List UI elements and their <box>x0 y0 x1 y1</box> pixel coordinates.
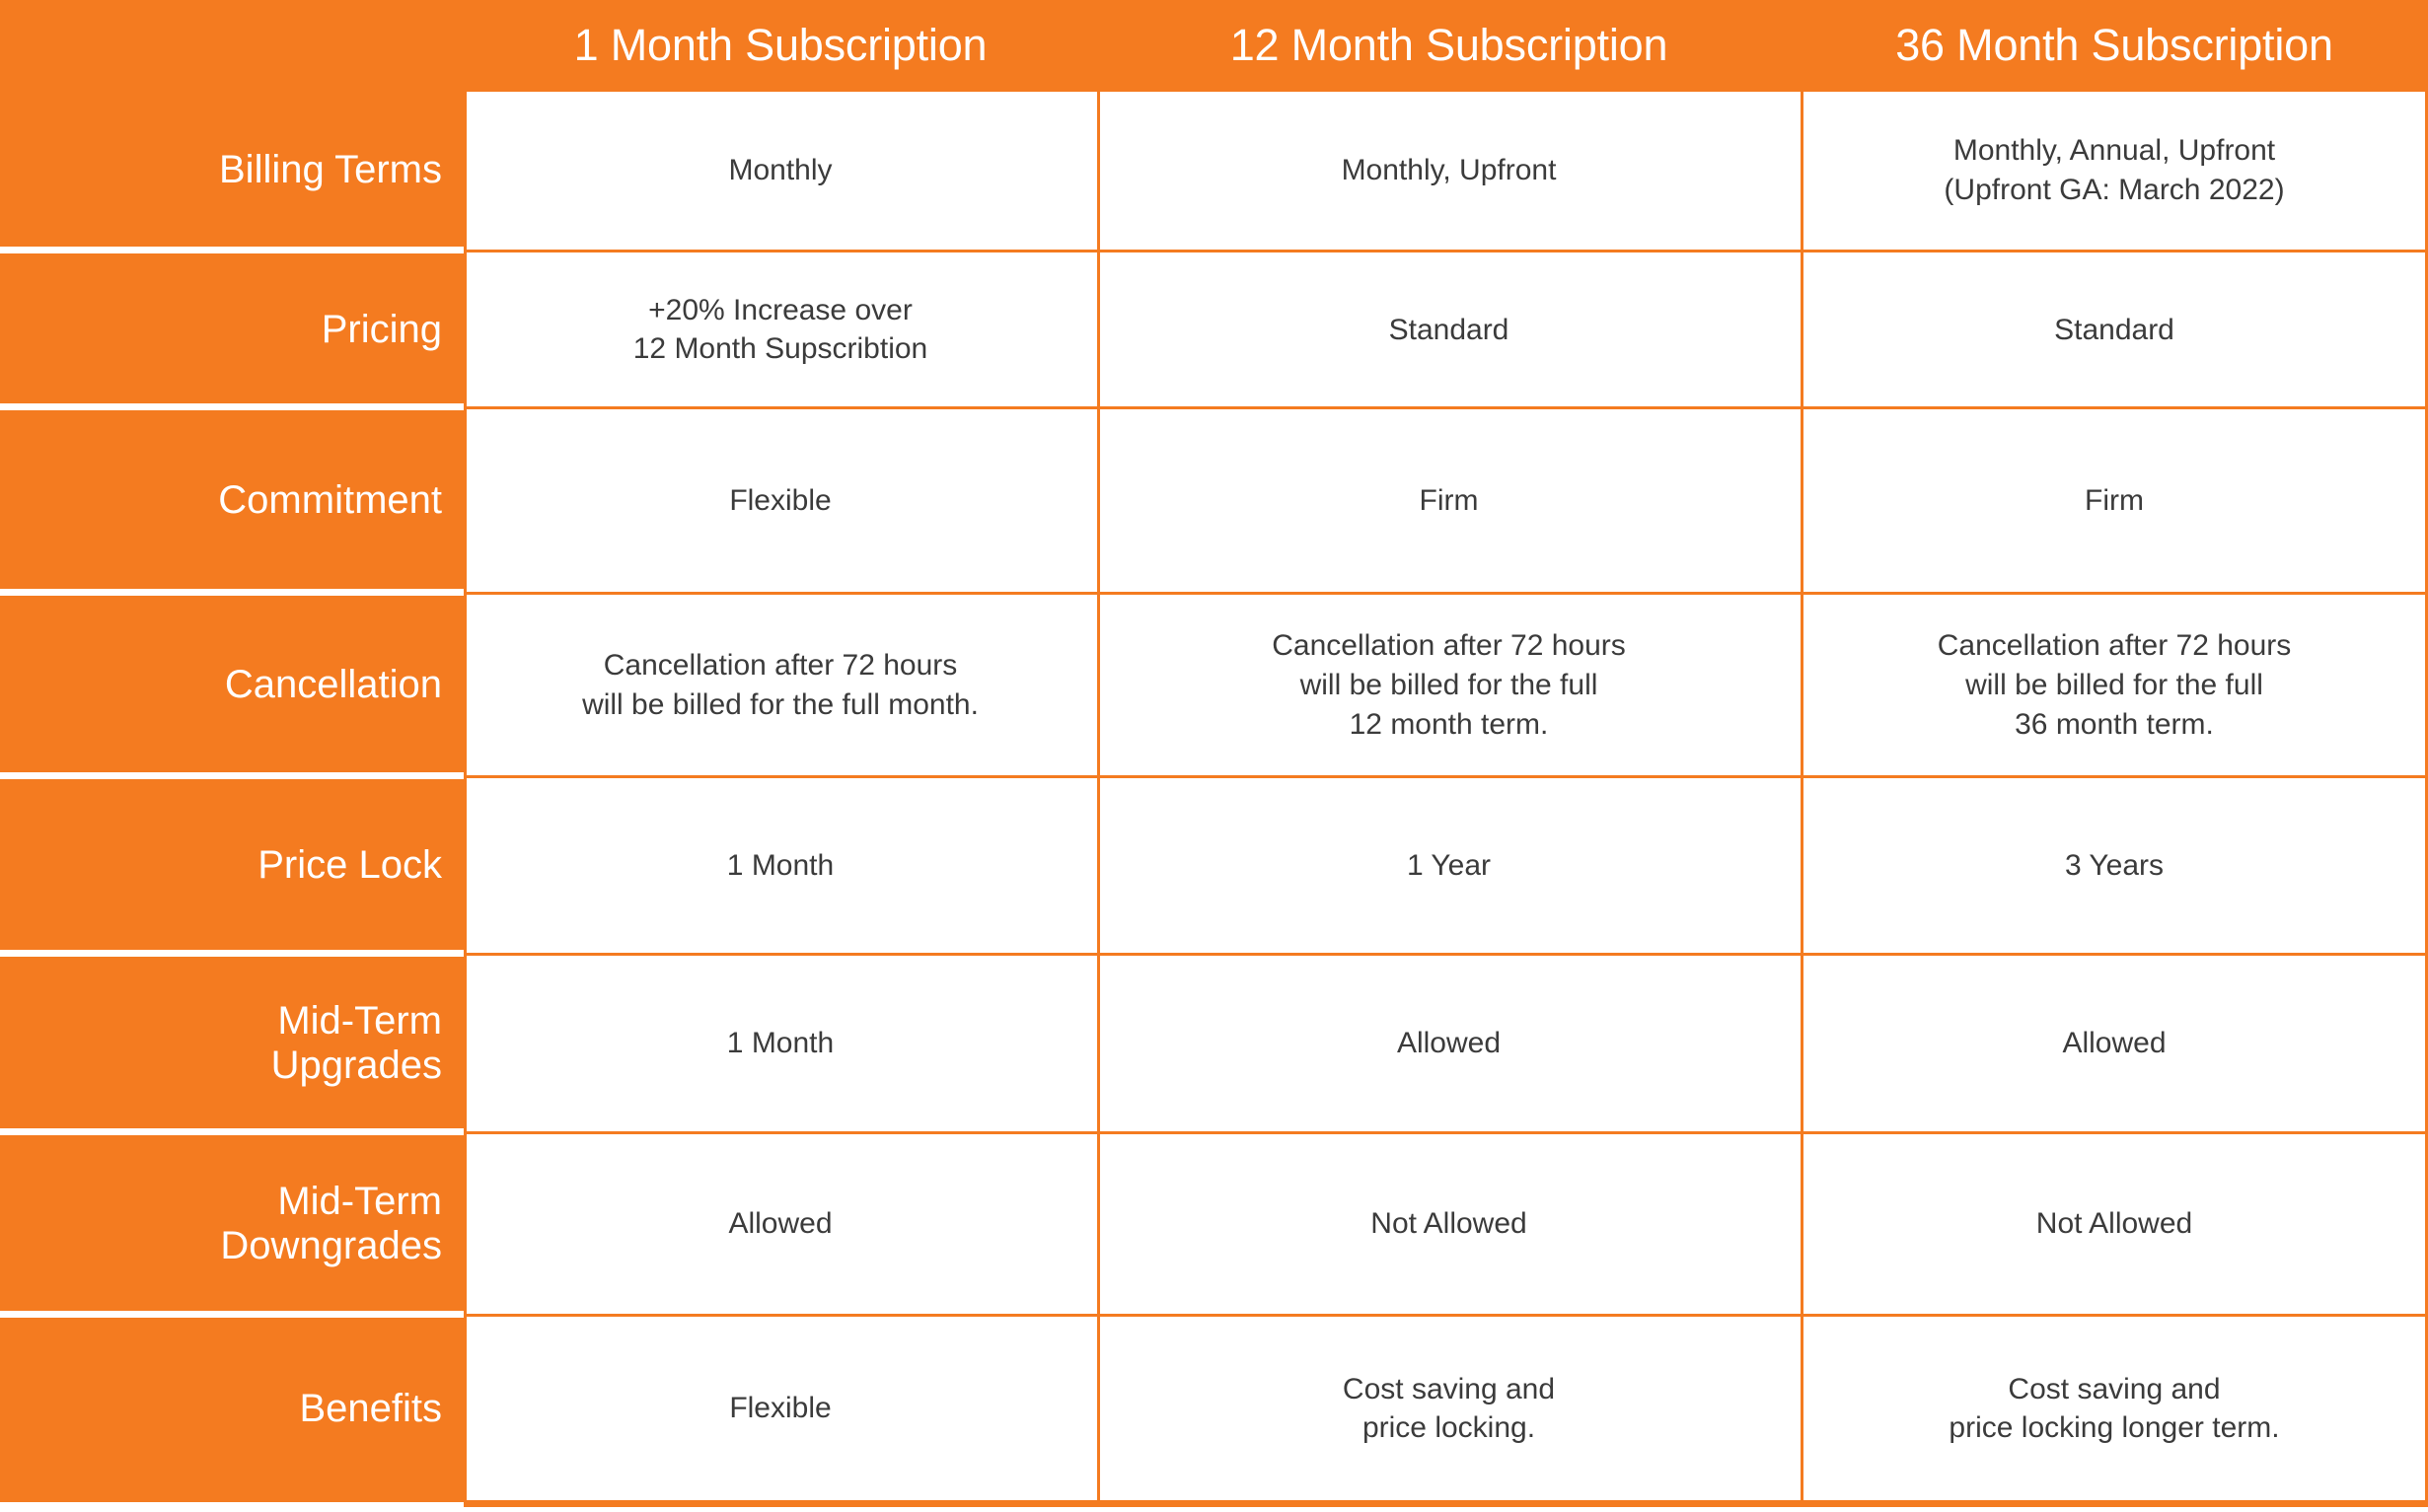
cell-r2-c1: +20% Increase over 12 Month Supscribtion <box>464 252 1097 408</box>
cell-text: Cancellation after 72 hours will be bille… <box>1272 629 1626 741</box>
cell-text: Flexible <box>729 483 832 517</box>
cell-r3-c3: Firm <box>1801 408 2428 594</box>
row-label-text: Billing Terms <box>219 148 442 192</box>
cell-text: Cost saving and price locking. <box>1342 1372 1556 1445</box>
cell-r7-c1: Allowed <box>464 1133 1097 1316</box>
row-label-text: Price Lock <box>258 843 442 888</box>
cell-r8-c1: Flexible <box>464 1316 1097 1502</box>
row-label-mid-term-downgrades: Mid-Term Downgrades <box>0 1132 464 1316</box>
cell-text: Standard <box>2054 313 2174 346</box>
cell-r6-c1: 1 Month <box>464 955 1097 1133</box>
row-label-text: Cancellation <box>224 663 442 707</box>
cell-text: 1 Year <box>1406 848 1492 882</box>
cell-r1-c3: Monthly, Annual, Upfront (Upfront GA: Mar… <box>1801 89 2428 252</box>
cell-r7-c2: Not Allowed <box>1097 1133 1801 1316</box>
data-area-bottom-border <box>464 1502 2428 1507</box>
column-divider-2 <box>1097 89 1100 1507</box>
row-label-separator <box>0 771 464 779</box>
row-label-text: Pricing <box>321 308 442 352</box>
row-label-text: Mid-Term Downgrades <box>220 1180 442 1268</box>
cell-r6-c2: Allowed <box>1097 955 1801 1133</box>
column-divider-1 <box>464 89 467 1507</box>
cell-text: Allowed <box>728 1207 833 1241</box>
cell-r8-c2: Cost saving and price locking. <box>1097 1316 1801 1502</box>
cell-r2-c2: Standard <box>1097 252 1801 408</box>
row-label-text: Mid-Term Upgrades <box>270 999 442 1088</box>
cell-text: Standard <box>1388 313 1509 346</box>
row-label-cancellation: Cancellation <box>0 593 464 777</box>
column-header-36-month: 36 Month Subscription <box>1801 0 2428 91</box>
cell-text: +20% Increase over 12 Month Supscribtion <box>632 293 928 366</box>
data-area-top-border <box>464 89 2428 92</box>
cell-r1-c1: Monthly <box>464 89 1097 252</box>
cell-text: Cost saving and price locking longer term… <box>1949 1372 2280 1445</box>
cell-r5-c3: 3 Years <box>1801 777 2428 955</box>
row-label-text: Benefits <box>299 1386 442 1430</box>
row-label-separator <box>0 402 464 410</box>
cell-r5-c2: 1 Year <box>1097 777 1801 955</box>
cell-r1-c2: Monthly, Upfront <box>1097 89 1801 252</box>
column-header-1-month: 1 Month Subscription <box>464 0 1097 91</box>
cell-text: Monthly, Upfront <box>1341 153 1557 186</box>
row-label-separator <box>0 1310 464 1318</box>
cell-text: Not Allowed <box>1370 1207 1527 1241</box>
table-data-area: Monthly Monthly, Upfront Monthly, Annual, … <box>464 89 2428 1507</box>
cell-text: Allowed <box>2062 1027 2167 1060</box>
row-label-benefits: Benefits <box>0 1315 464 1502</box>
cell-text: Cancellation after 72 hours will be bille… <box>1937 629 2292 741</box>
cell-r3-c2: Firm <box>1097 408 1801 594</box>
row-label-separator <box>0 247 464 254</box>
cell-r5-c1: 1 Month <box>464 777 1097 955</box>
cell-r4-c2: Cancellation after 72 hours will be bille… <box>1097 594 1801 777</box>
cell-text: Monthly, Annual, Upfront (Upfront GA: Mar… <box>1944 133 2285 206</box>
cell-r8-c3: Cost saving and price locking longer term… <box>1801 1316 2428 1502</box>
cell-text: Not Allowed <box>2035 1207 2193 1241</box>
column-header-label: 1 Month Subscription <box>573 20 988 70</box>
cell-r7-c3: Not Allowed <box>1801 1133 2428 1316</box>
cell-text: 3 Years <box>2064 848 2165 882</box>
cell-text: Cancellation after 72 hours will be bille… <box>582 649 979 721</box>
row-label-separator <box>0 588 464 596</box>
cell-r3-c1: Flexible <box>464 408 1097 594</box>
row-label-billing-terms: Billing Terms <box>0 89 464 252</box>
cell-text: 1 Month <box>726 1027 835 1060</box>
cell-text: Monthly <box>728 153 833 186</box>
cell-text: Firm <box>1419 483 1479 517</box>
column-header-label: 36 Month Subscription <box>1895 20 2333 70</box>
cell-text: 1 Month <box>726 848 835 882</box>
column-divider-3 <box>1801 89 1803 1507</box>
cell-text: Firm <box>2085 483 2144 517</box>
column-header-12-month: 12 Month Subscription <box>1097 0 1801 91</box>
row-label-separator <box>0 949 464 957</box>
cell-text: Flexible <box>729 1392 832 1425</box>
cell-r4-c1: Cancellation after 72 hours will be bille… <box>464 594 1097 777</box>
cell-r2-c3: Standard <box>1801 252 2428 408</box>
row-label-column: Billing Terms Pricing Commitment Cancellati… <box>0 0 464 1512</box>
row-label-price-lock: Price Lock <box>0 776 464 955</box>
cell-text: Allowed <box>1396 1027 1502 1060</box>
row-label-separator <box>0 1127 464 1135</box>
column-header-label: 12 Month Subscription <box>1229 20 1668 70</box>
subscription-comparison-table: 1 Month Subscription 12 Month Subscripti… <box>0 0 2428 1512</box>
row-label-pricing: Pricing <box>0 252 464 408</box>
row-label-commitment: Commitment <box>0 407 464 594</box>
cell-r4-c3: Cancellation after 72 hours will be bille… <box>1801 594 2428 777</box>
row-label-text: Commitment <box>218 478 442 523</box>
cell-r6-c3: Allowed <box>1801 955 2428 1133</box>
row-label-mid-term-upgrades: Mid-Term Upgrades <box>0 954 464 1133</box>
